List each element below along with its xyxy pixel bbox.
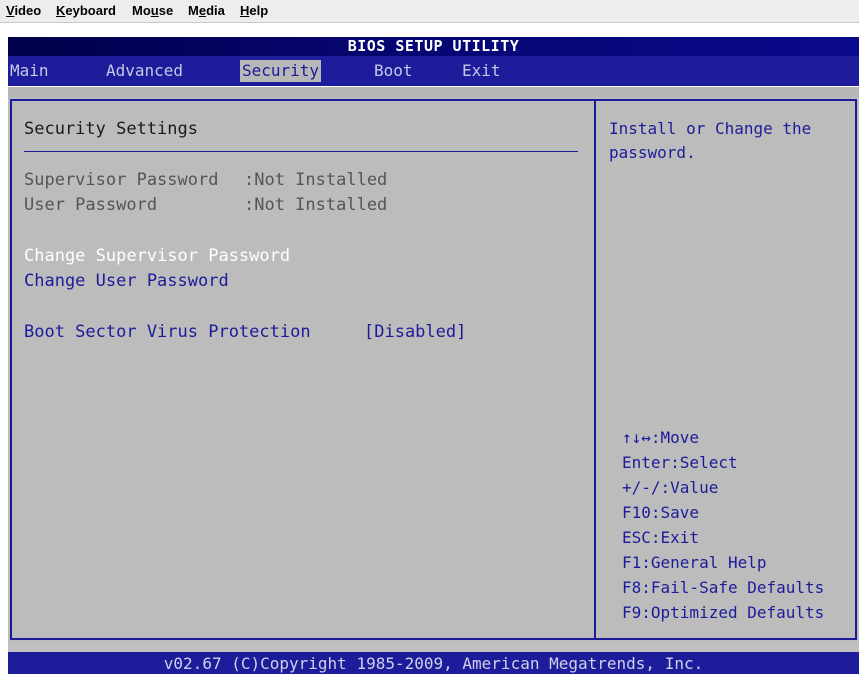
supervisor-password-label: Supervisor Password xyxy=(24,170,219,190)
key-hint-select: Enter:Select xyxy=(622,453,738,472)
key-hint-value: +/-/:Value xyxy=(622,478,719,497)
help-text-line-1: Install or Change the xyxy=(609,119,812,138)
menu-help[interactable]: Help xyxy=(240,3,268,18)
tab-advanced[interactable]: Advanced xyxy=(104,60,185,82)
bios-tab-bar: Main Advanced Security Boot Exit xyxy=(8,56,859,86)
menu-video[interactable]: Video xyxy=(6,3,41,18)
key-hint-save: F10:Save xyxy=(622,503,700,522)
key-hint-general-help: F1:General Help xyxy=(622,553,767,572)
section-title: Security Settings xyxy=(24,119,198,139)
change-user-password-item[interactable]: Change User Password xyxy=(24,271,229,291)
menu-mouse[interactable]: Mouse xyxy=(132,3,173,18)
menu-media[interactable]: Media xyxy=(188,3,225,18)
tab-boot[interactable]: Boot xyxy=(372,60,415,82)
help-text-line-2: password. xyxy=(609,143,696,162)
user-password-label: User Password xyxy=(24,195,158,215)
key-hint-move: ↑↓↔:Move xyxy=(622,428,700,447)
key-hint-exit: ESC:Exit xyxy=(622,528,700,547)
change-supervisor-password-item[interactable]: Change Supervisor Password xyxy=(24,246,290,266)
host-menubar: Video Keyboard Mouse Media Help xyxy=(0,0,859,23)
tab-exit[interactable]: Exit xyxy=(460,60,503,82)
boot-sector-virus-protection-value[interactable]: [Disabled] xyxy=(364,322,466,342)
supervisor-password-value: :Not Installed xyxy=(244,170,388,190)
section-rule xyxy=(24,151,578,152)
boot-sector-virus-protection-label[interactable]: Boot Sector Virus Protection xyxy=(24,322,311,342)
tab-security[interactable]: Security xyxy=(240,60,322,82)
key-hint-fail-safe: F8:Fail-Safe Defaults xyxy=(622,578,825,597)
menu-keyboard[interactable]: Keyboard xyxy=(56,3,116,18)
user-password-value: :Not Installed xyxy=(244,195,388,215)
copyright-text: v02.67 (C)Copyright 1985-2009, American … xyxy=(163,654,704,673)
help-divider xyxy=(594,99,596,640)
bios-title: BIOS SETUP UTILITY xyxy=(347,37,520,55)
key-hint-optimized: F9:Optimized Defaults xyxy=(622,603,825,622)
bios-title-bar: BIOS SETUP UTILITY xyxy=(8,37,859,56)
bios-footer: v02.67 (C)Copyright 1985-2009, American … xyxy=(8,652,859,674)
tab-main[interactable]: Main xyxy=(8,60,51,82)
